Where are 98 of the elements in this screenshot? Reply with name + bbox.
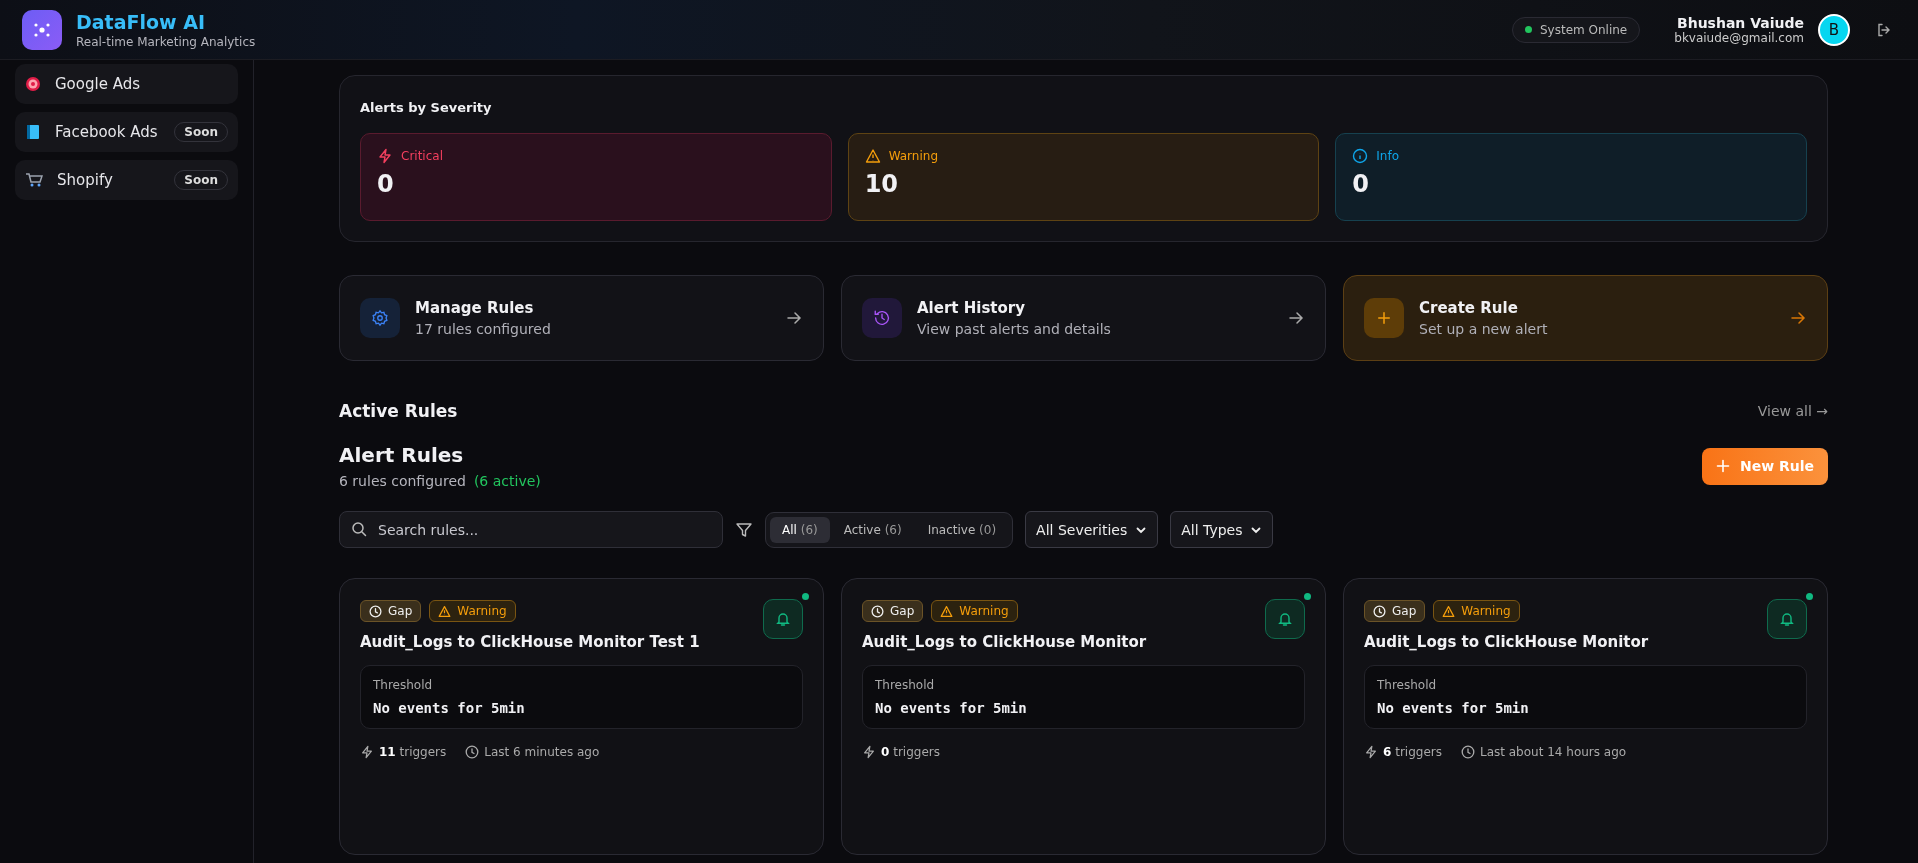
active-dot — [1304, 593, 1311, 600]
rule-name: Audit_Logs to ClickHouse Monitor — [1364, 633, 1650, 651]
arrow-right-icon — [785, 309, 803, 327]
sidebar-label: Google Ads — [55, 75, 141, 93]
trigger-count: 6 triggers — [1383, 745, 1442, 759]
action-icon — [862, 298, 902, 338]
action-subtitle: 17 rules configured — [415, 321, 552, 337]
filter-tab[interactable]: Active (6) — [831, 516, 914, 543]
action-title: Alert History — [917, 299, 1026, 317]
tagline: Real-time Marketing Analytics — [76, 34, 256, 49]
severity-count: 0 — [377, 170, 395, 198]
active-count: (6 active) — [473, 473, 541, 489]
clock-icon — [465, 745, 480, 759]
filter-tab[interactable]: All (6) — [770, 516, 830, 543]
bell-toggle[interactable] — [1767, 599, 1807, 639]
active-dot — [1806, 593, 1813, 600]
action-card[interactable]: Create Rule Set up a new alert — [1343, 275, 1828, 361]
rule-card[interactable]: Gap Warning Audit_Logs to ClickHouse Monitor Threshold No events for 5min 6 triggers Last about 14 hours ago — [1343, 578, 1828, 855]
bell-toggle[interactable] — [1265, 599, 1305, 639]
action-card[interactable]: Alert History View past alerts and details — [841, 275, 1326, 361]
cart-icon — [25, 172, 43, 188]
threshold-label: Threshold — [373, 678, 434, 692]
trigger-count: 11 triggers — [379, 745, 447, 759]
threshold-label: Threshold — [875, 678, 936, 692]
type-tag: Gap — [862, 600, 924, 622]
clock-icon — [1460, 745, 1475, 759]
last-triggered: Last 6 minutes ago — [484, 745, 600, 759]
rule-card[interactable]: Gap Warning Audit_Logs to ClickHouse Monitor Threshold No events for 5min 0 triggers — [841, 578, 1326, 855]
severity-tag: Warning — [931, 600, 1018, 622]
action-subtitle: Set up a new alert — [1419, 321, 1549, 337]
clock-icon — [1373, 604, 1386, 618]
severity-tag: Warning — [429, 600, 516, 622]
user-name: Bhushan Vaiude — [1677, 14, 1804, 31]
section-title: Alert Rules — [339, 443, 465, 467]
action-subtitle: View past alerts and details — [917, 321, 1112, 337]
info-icon — [1352, 148, 1369, 164]
clock-icon — [871, 604, 884, 618]
severity-label: Critical — [401, 149, 443, 163]
action-icon — [360, 298, 400, 338]
threshold-value: No events for 5min — [373, 700, 526, 716]
user-email: bkvaiude@gmail.com — [1674, 30, 1804, 45]
filter-tab[interactable]: Inactive (0) — [915, 516, 1009, 543]
status-text: System Online — [1540, 22, 1628, 37]
warning-icon — [864, 148, 881, 164]
plus-icon — [1715, 459, 1730, 473]
rule-name: Audit_Logs to ClickHouse Monitor — [862, 633, 1148, 651]
user-avatar[interactable]: B — [1818, 13, 1850, 46]
threshold-value: No events for 5min — [1377, 700, 1530, 716]
bolt-icon — [862, 745, 876, 759]
section-title: Active Rules — [339, 401, 458, 421]
sidebar-item[interactable]: Shopify Soon — [15, 160, 238, 200]
arrow-right-icon — [1789, 309, 1807, 327]
sidebar-label: Shopify — [57, 171, 114, 189]
active-dot — [802, 593, 809, 600]
type-tag: Gap — [1364, 600, 1426, 622]
clock-icon — [369, 604, 382, 618]
warning-icon — [438, 604, 452, 618]
arrow-right-icon — [1287, 309, 1305, 327]
bell-toggle[interactable] — [763, 599, 803, 639]
view-all-link[interactable]: View all → — [1757, 403, 1828, 419]
severity-count: 10 — [864, 170, 900, 198]
action-title: Create Rule — [1419, 299, 1519, 317]
warning-icon — [940, 604, 954, 618]
filter-dropdown[interactable]: All Types — [1170, 511, 1274, 548]
filter-dropdown[interactable]: All Severities — [1025, 511, 1159, 548]
bell-icon — [775, 611, 791, 627]
sidebar-item[interactable]: Facebook Ads Soon — [15, 112, 238, 152]
filter-icon[interactable] — [735, 520, 753, 539]
threshold-label: Threshold — [1377, 678, 1438, 692]
bolt-icon — [1364, 745, 1378, 759]
search-icon — [351, 521, 367, 537]
bolt-icon — [377, 148, 393, 164]
search-field[interactable]: Search rules... — [339, 511, 723, 548]
action-title: Manage Rules — [415, 299, 535, 317]
bell-icon — [1779, 611, 1795, 627]
severity-count: 0 — [1352, 170, 1371, 198]
action-icon — [1364, 298, 1404, 338]
rule-card[interactable]: Gap Warning Audit_Logs to ClickHouse Monitor Test 1 Threshold No events for 5min 11 triggers Last 6 minutes ago — [339, 578, 824, 855]
type-tag: Gap — [360, 600, 422, 622]
severity-tag: Warning — [1433, 600, 1520, 622]
warning-icon — [1442, 604, 1456, 618]
last-triggered: Last about 14 hours ago — [1479, 745, 1627, 759]
severity-label: Warning — [888, 149, 938, 163]
book-icon — [25, 124, 41, 140]
rules-summary: 6 rules configured — [339, 473, 466, 489]
target-icon — [25, 76, 41, 92]
bell-icon — [1277, 611, 1293, 627]
action-card[interactable]: Manage Rules 17 rules configured — [339, 275, 824, 361]
app-name: DataFlow AI — [76, 10, 206, 33]
logo-icon — [22, 9, 62, 50]
severity-label: Info — [1376, 149, 1400, 163]
sidebar-item[interactable]: Google Ads — [15, 64, 238, 104]
panel-title: Alerts by Severity — [360, 100, 493, 115]
bolt-icon — [360, 745, 374, 759]
rule-name: Audit_Logs to ClickHouse Monitor Test 1 — [360, 633, 701, 651]
sidebar-label: Facebook Ads — [55, 123, 159, 141]
threshold-value: No events for 5min — [875, 700, 1028, 716]
trigger-count: 0 triggers — [881, 745, 940, 759]
